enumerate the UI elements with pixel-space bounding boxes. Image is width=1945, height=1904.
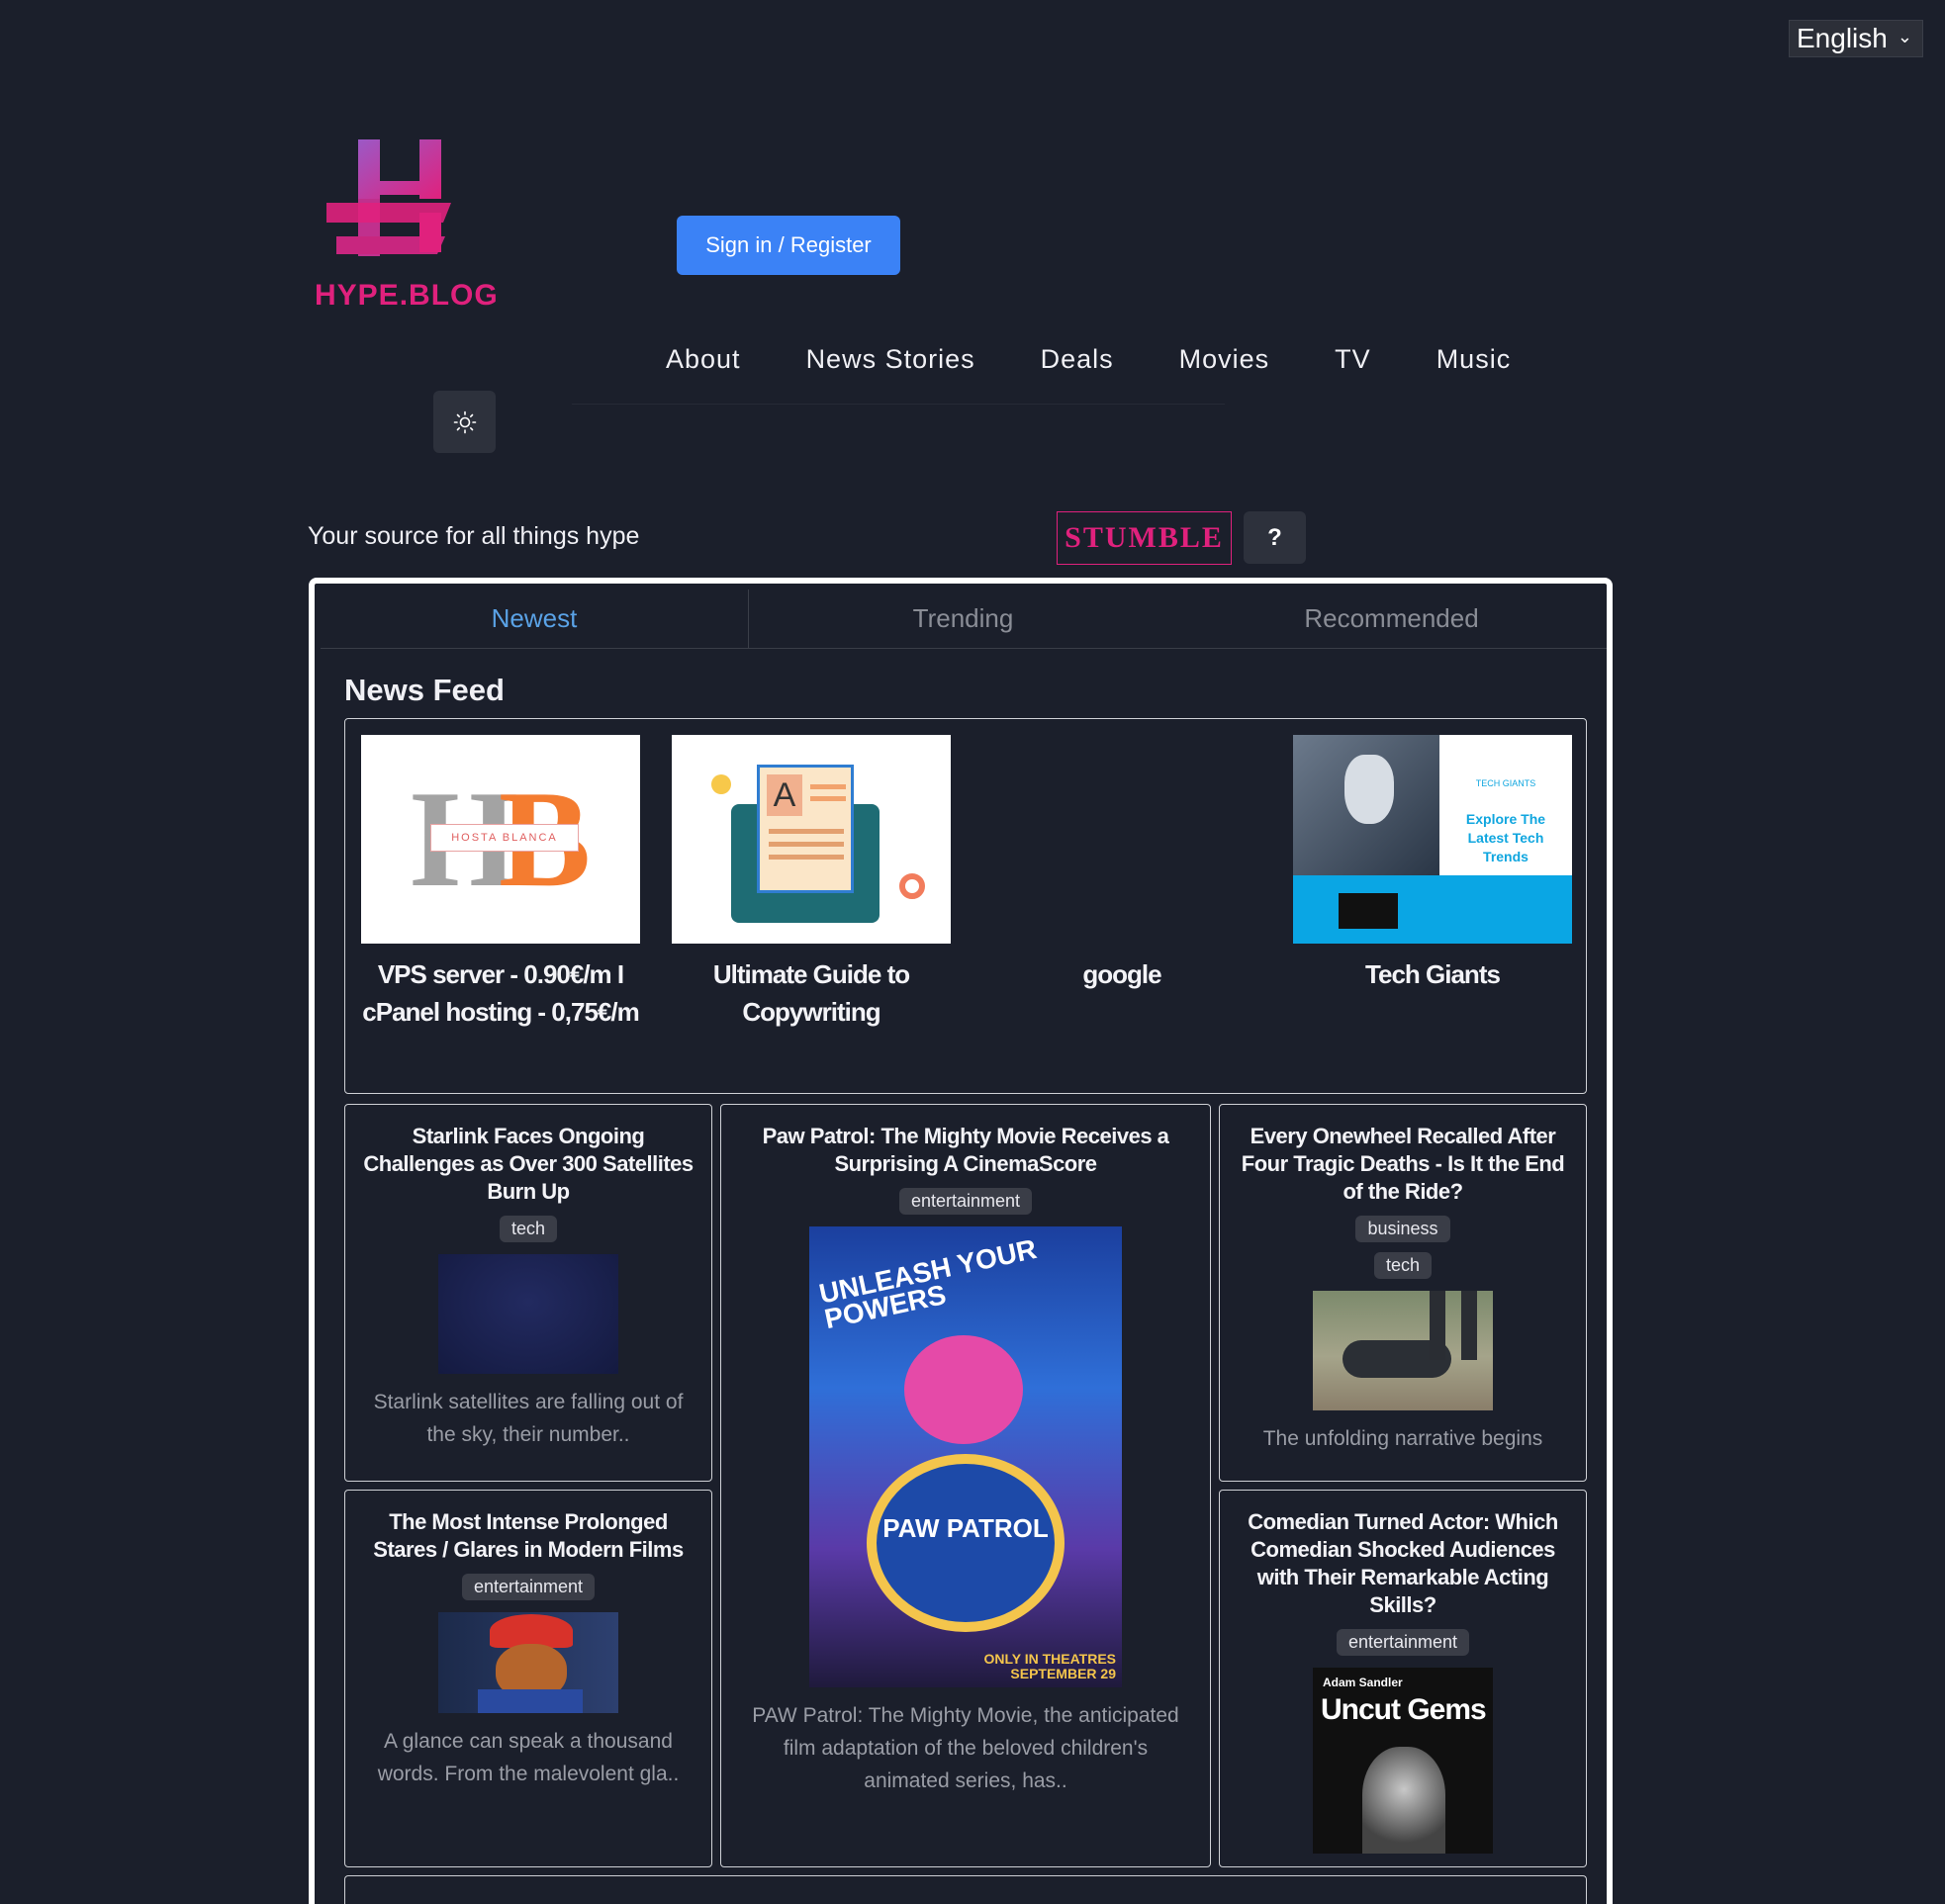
promo-section: HB HOSTA BLANCA VPS server - 0.90€/m I c… [344, 718, 1587, 1094]
promo-item[interactable]: HB HOSTA BLANCA VPS server - 0.90€/m I c… [361, 735, 640, 1031]
promo-image-empty [982, 735, 1261, 944]
tag-badge[interactable]: business [1355, 1216, 1450, 1242]
help-button[interactable]: ? [1244, 511, 1306, 564]
tag-badge[interactable]: tech [499, 1216, 558, 1242]
article-card[interactable]: Every Onewheel Recalled After Four Tragi… [1219, 1104, 1587, 1482]
promo-item[interactable]: google [982, 735, 1261, 993]
site-tagline: Your source for all things hype [308, 522, 640, 550]
article-title[interactable]: Paw Patrol: The Mighty Movie Receives a … [721, 1105, 1210, 1178]
article-card[interactable] [344, 1875, 1587, 1904]
promo-title[interactable]: Ultimate Guide to Copywriting [672, 955, 951, 1031]
article-description: The unfolding narrative begins [1262, 1427, 1543, 1450]
promo-item[interactable]: A Ultimate Guide to Copywriting [672, 735, 951, 1031]
feed-title: News Feed [344, 673, 505, 707]
feed-tabs: Newest Trending Recommended [321, 589, 1607, 649]
tag-badge[interactable]: entertainment [1336, 1629, 1470, 1656]
article-title[interactable]: Every Onewheel Recalled After Four Tragi… [1220, 1105, 1586, 1206]
language-selected: English [1797, 23, 1888, 53]
promo-image: A [672, 735, 951, 944]
signin-register-button[interactable]: Sign in / Register [677, 216, 900, 275]
tab-newest[interactable]: Newest [321, 589, 749, 648]
poster-actor: Adam Sandler [1323, 1676, 1403, 1689]
tag-badge[interactable]: entertainment [461, 1574, 596, 1600]
brand-name[interactable]: HYPE.BLOG [315, 279, 499, 313]
poster-date: ONLY IN THEATRES SEPTEMBER 29 [983, 1651, 1116, 1681]
tag-badge[interactable]: tech [1373, 1252, 1433, 1279]
main-nav: About News Stories Deals Movies TV Music [633, 344, 1543, 384]
promo-title[interactable]: VPS server - 0.90€/m I cPanel hosting - … [361, 955, 640, 1031]
tab-recommended[interactable]: Recommended [1177, 589, 1606, 648]
poster-title: Uncut Gems [1321, 1693, 1487, 1726]
chevron-down-icon: ⌄ [1897, 27, 1912, 46]
article-title[interactable]: Starlink Faces Ongoing Challenges as Ove… [345, 1105, 711, 1206]
article-image [438, 1254, 618, 1374]
nav-deals[interactable]: Deals [1041, 344, 1114, 384]
article-card[interactable]: Starlink Faces Ongoing Challenges as Ove… [344, 1104, 712, 1482]
article-title[interactable]: The Most Intense Prolonged Stares / Glar… [345, 1491, 711, 1564]
promo-image: TECH GIANTS Explore The Latest Tech Tren… [1293, 735, 1572, 944]
promo-title[interactable]: Tech Giants [1293, 955, 1572, 993]
promo-item[interactable]: TECH GIANTS Explore The Latest Tech Tren… [1293, 735, 1572, 993]
article-image: Adam Sandler Uncut Gems [1313, 1668, 1493, 1854]
nav-music[interactable]: Music [1436, 344, 1512, 384]
promo-image-text: HOSTA BLANCA [430, 824, 579, 852]
article-description: A glance can speak a thousand words. Fro… [377, 1730, 680, 1785]
tab-trending[interactable]: Trending [749, 589, 1177, 648]
nav-news-stories[interactable]: News Stories [806, 344, 975, 384]
sun-icon [453, 410, 476, 433]
promo-image-text: TECH GIANTS [1475, 778, 1536, 788]
article-image: UNLEASH YOUR POWERS PAW PATROL ONLY IN T… [809, 1226, 1122, 1687]
article-description: Starlink satellites are falling out of t… [373, 1391, 684, 1446]
promo-image-caption: Explore The Latest Tech Trends [1465, 811, 1546, 864]
theme-toggle-button[interactable] [433, 391, 496, 453]
feed-panel: Newest Trending Recommended News Feed HB… [309, 578, 1613, 1904]
stumble-button[interactable]: STUMBLE [1057, 511, 1232, 565]
nav-divider [572, 404, 1225, 405]
promo-image: HB HOSTA BLANCA [361, 735, 640, 944]
nav-about[interactable]: About [666, 344, 741, 384]
article-image [1313, 1291, 1493, 1410]
article-description: PAW Patrol: The Mighty Movie, the antici… [752, 1704, 1179, 1792]
promo-image-text: A [767, 774, 802, 816]
nav-movies[interactable]: Movies [1179, 344, 1270, 384]
tag-badge[interactable]: entertainment [898, 1188, 1033, 1215]
article-card[interactable]: The Most Intense Prolonged Stares / Glar… [344, 1490, 712, 1867]
nav-tv[interactable]: TV [1335, 344, 1371, 384]
article-card[interactable]: Paw Patrol: The Mighty Movie Receives a … [720, 1104, 1211, 1867]
promo-title[interactable]: google [982, 955, 1261, 993]
poster-tagline: UNLEASH YOUR POWERS [816, 1232, 1040, 1335]
article-title[interactable]: Comedian Turned Actor: Which Comedian Sh… [1220, 1491, 1586, 1619]
poster-logo: PAW PATROL [882, 1513, 1049, 1543]
article-image [438, 1612, 618, 1713]
language-select[interactable]: English ⌄ [1789, 20, 1923, 57]
article-card[interactable]: Comedian Turned Actor: Which Comedian Sh… [1219, 1490, 1587, 1867]
